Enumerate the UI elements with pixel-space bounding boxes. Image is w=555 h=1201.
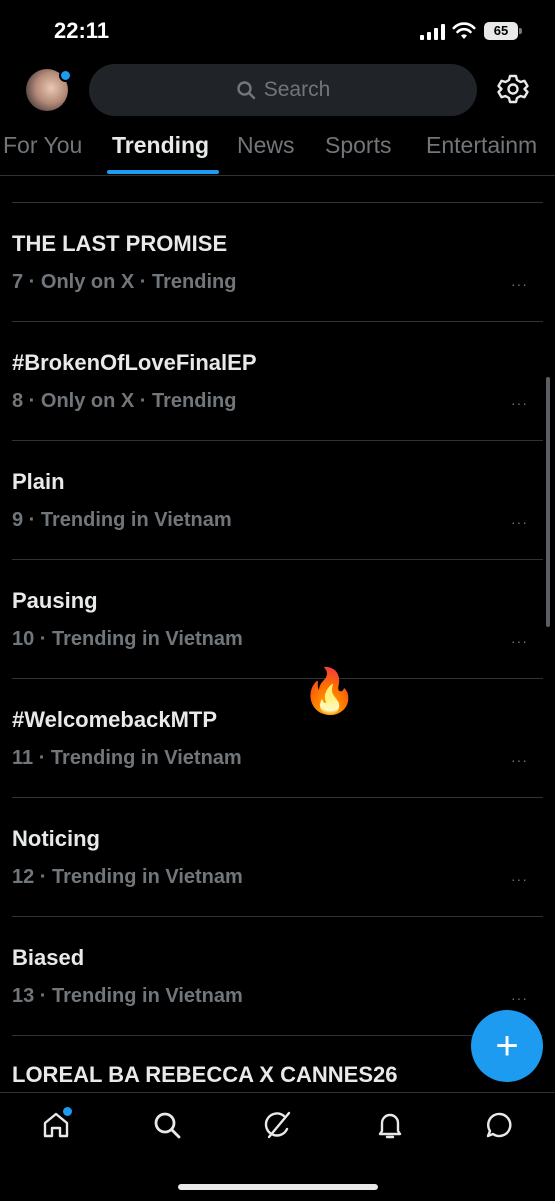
trend-meta: 12 · Trending in Vietnam [12, 866, 243, 888]
more-options-icon[interactable]: ··· [511, 753, 528, 767]
battery-indicator: 65 [484, 22, 522, 40]
trend-title: Plain [12, 469, 65, 494]
trend-title: #BrokenOfLoveFinalEP [12, 350, 257, 375]
tab-sports[interactable]: Sports [325, 132, 391, 159]
scrollbar[interactable] [546, 377, 550, 627]
more-options-icon[interactable]: ··· [511, 991, 528, 1005]
status-bar: 22:11 65 [0, 0, 555, 62]
trend-title: Biased [12, 945, 85, 970]
trend-item[interactable]: Plain 9 · Trending in Vietnam ··· [0, 441, 555, 559]
trend-item[interactable]: Biased 13 · Trending in Vietnam ··· [0, 917, 555, 1035]
trend-title: THE LAST PROMISE [12, 231, 228, 256]
trend-meta: 11 · Trending in Vietnam [12, 747, 242, 769]
trend-title[interactable]: LOREAL BA REBECCA X CANNES26 [12, 1062, 397, 1088]
tab-entertainment[interactable]: Entertainm [426, 132, 537, 159]
more-options-icon[interactable]: ··· [511, 277, 528, 291]
messages-icon[interactable] [484, 1109, 516, 1141]
trend-item[interactable]: Noticing 12 · Trending in Vietnam ··· [0, 798, 555, 916]
search-placeholder: Search [263, 78, 331, 101]
home-notification-dot [61, 1105, 74, 1118]
trend-meta: 9 · Trending in Vietnam [12, 509, 232, 531]
trend-item[interactable]: #BrokenOfLoveFinalEP 8 · Only on X · Tre… [0, 322, 555, 440]
trend-title: Noticing [12, 826, 100, 851]
gear-icon[interactable] [496, 72, 530, 106]
status-time: 22:11 [54, 18, 110, 43]
more-options-icon[interactable]: ··· [511, 396, 528, 410]
cellular-signal-icon [420, 24, 445, 40]
tab-for-you[interactable]: For You [3, 132, 82, 159]
search-icon [237, 81, 255, 100]
more-options-icon[interactable]: ··· [511, 515, 528, 529]
explore-icon[interactable] [151, 1109, 183, 1141]
trend-meta: 13 · Trending in Vietnam [12, 985, 243, 1007]
grok-icon[interactable] [262, 1109, 294, 1141]
trend-meta: 7 · Only on X · Trending [12, 271, 237, 293]
trend-meta: 10 · Trending in Vietnam [12, 628, 243, 650]
tab-bar: For You Trending News Sports Entertainm [0, 120, 555, 176]
search-input[interactable]: Search [89, 64, 477, 116]
trend-title: Pausing [12, 588, 98, 613]
tab-news[interactable]: News [237, 132, 295, 159]
trend-title: #WelcomebackMTP [12, 707, 218, 732]
avatar-notification-dot [59, 69, 72, 82]
notifications-icon[interactable] [374, 1109, 406, 1141]
active-tab-indicator [107, 170, 219, 174]
more-options-icon[interactable]: ··· [511, 872, 528, 886]
divider [12, 1035, 543, 1036]
trend-item[interactable]: THE LAST PROMISE 7 · Only on X · Trendin… [0, 203, 555, 321]
trend-item[interactable]: #WelcomebackMTP 11 · Trending in Vietnam… [0, 679, 555, 797]
home-indicator [178, 1184, 378, 1190]
trend-meta: 8 · Only on X · Trending [12, 390, 237, 412]
trend-item[interactable]: Pausing 10 · Trending in Vietnam ··· [0, 560, 555, 678]
fire-emoji: 🔥 [302, 667, 357, 716]
wifi-icon [452, 22, 476, 39]
tab-trending[interactable]: Trending [112, 132, 209, 159]
header: Search [0, 62, 555, 120]
more-options-icon[interactable]: ··· [511, 634, 528, 648]
compose-button[interactable]: + [471, 1010, 543, 1082]
